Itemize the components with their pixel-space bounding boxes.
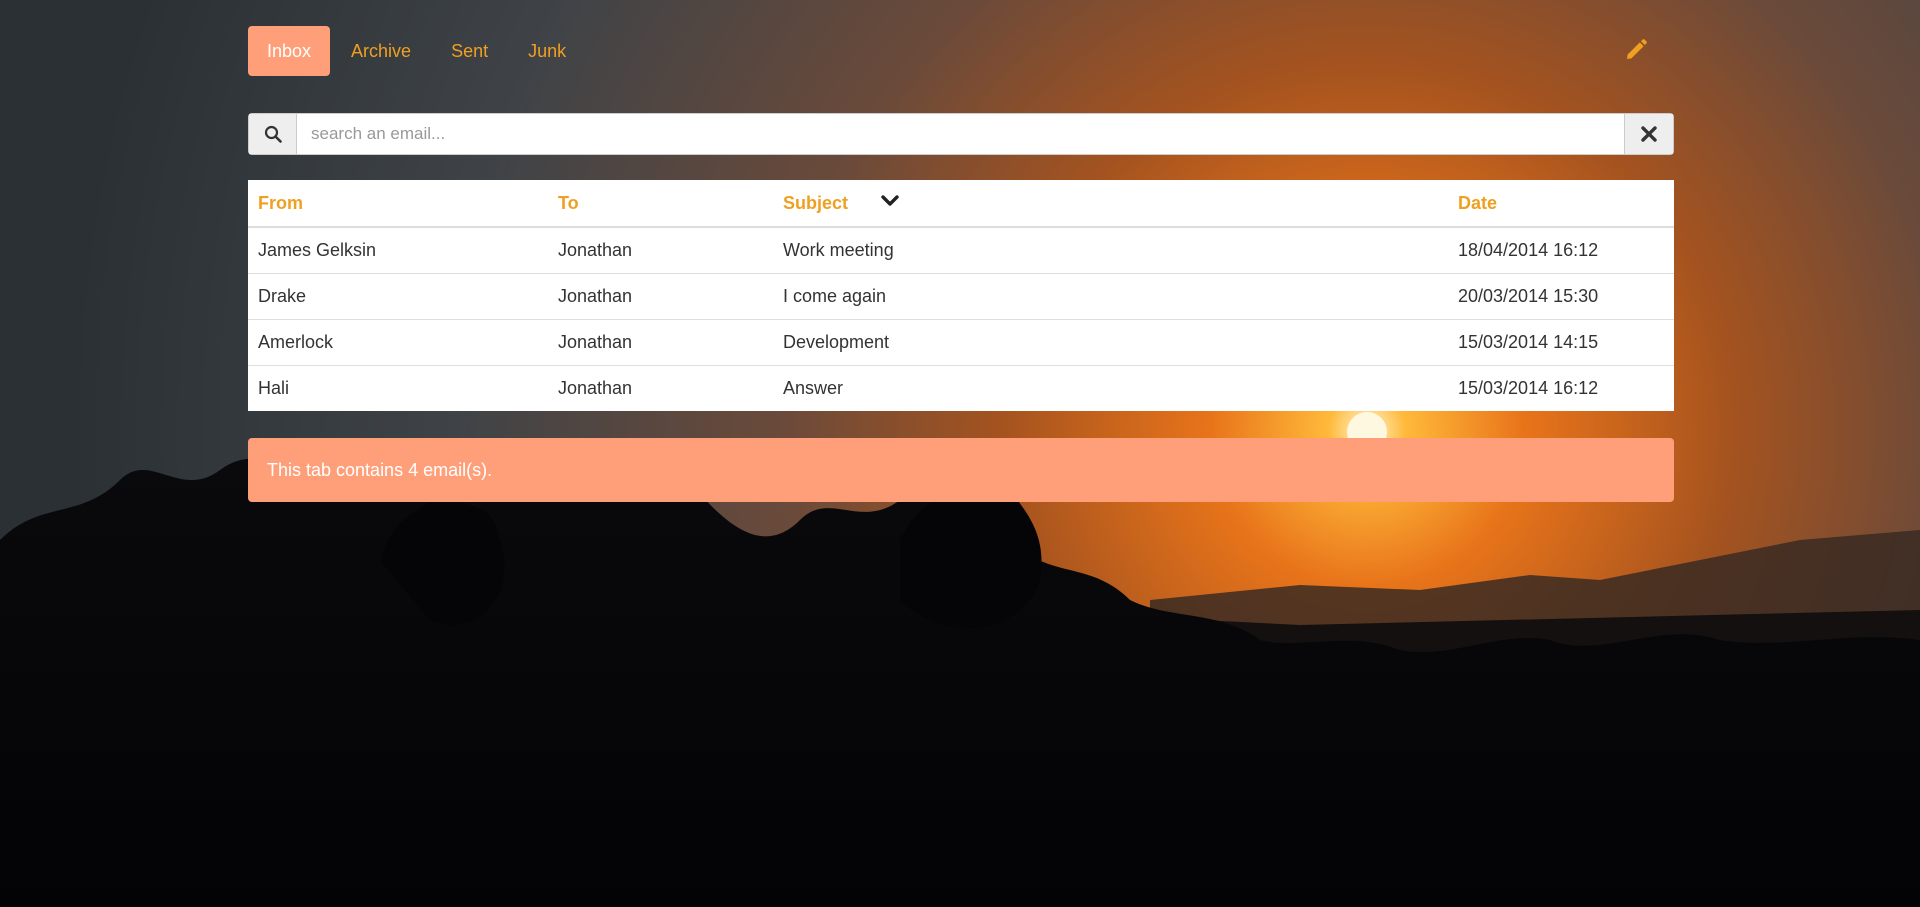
email-to: Jonathan	[548, 273, 773, 320]
tab-archive[interactable]: Archive	[332, 26, 430, 76]
close-icon	[1641, 126, 1657, 142]
table-row[interactable]: James Gelksin Jonathan Work meeting 18/0…	[248, 226, 1674, 274]
email-from: James Gelksin	[248, 226, 548, 274]
column-header-from[interactable]: From	[248, 180, 548, 228]
chevron-down-icon[interactable]	[881, 195, 899, 207]
table-row[interactable]: Drake Jonathan I come again 20/03/2014 1…	[248, 273, 1674, 320]
email-to: Jonathan	[548, 319, 773, 366]
mailbox-tabs: Inbox Archive Sent Junk	[248, 26, 587, 76]
email-date: 15/03/2014 14:15	[1448, 319, 1674, 366]
search-button[interactable]	[249, 114, 297, 154]
column-header-date[interactable]: Date	[1448, 180, 1674, 228]
tab-junk[interactable]: Junk	[509, 26, 585, 76]
compose-button[interactable]	[1624, 38, 1648, 62]
pencil-icon	[1627, 39, 1647, 59]
email-from: Amerlock	[248, 319, 548, 366]
tab-inbox[interactable]: Inbox	[248, 26, 331, 76]
search-input[interactable]	[297, 114, 1624, 154]
email-count-alert: This tab contains 4 email(s).	[248, 438, 1674, 502]
email-table: From To Subject Date James Gelksin Jonat…	[248, 180, 1674, 411]
email-date: 18/04/2014 16:12	[1448, 226, 1674, 274]
email-subject: Development	[773, 319, 1448, 366]
email-from: Hali	[248, 365, 548, 411]
tab-sent[interactable]: Sent	[432, 26, 507, 76]
column-header-subject[interactable]: Subject	[773, 180, 1448, 228]
email-date: 20/03/2014 15:30	[1448, 273, 1674, 320]
email-subject: Work meeting	[773, 226, 1448, 274]
column-header-to[interactable]: To	[548, 180, 773, 228]
email-from: Drake	[248, 273, 548, 320]
email-subject: I come again	[773, 273, 1448, 320]
table-row[interactable]: Amerlock Jonathan Development 15/03/2014…	[248, 319, 1674, 366]
table-row[interactable]: Hali Jonathan Answer 15/03/2014 16:12	[248, 365, 1674, 411]
email-subject: Answer	[773, 365, 1448, 411]
clear-search-button[interactable]	[1624, 114, 1673, 154]
search-icon	[264, 125, 282, 143]
email-date: 15/03/2014 16:12	[1448, 365, 1674, 411]
email-to: Jonathan	[548, 226, 773, 274]
email-to: Jonathan	[548, 365, 773, 411]
table-header-row: From To Subject Date	[248, 180, 1674, 228]
search-bar	[248, 113, 1674, 155]
